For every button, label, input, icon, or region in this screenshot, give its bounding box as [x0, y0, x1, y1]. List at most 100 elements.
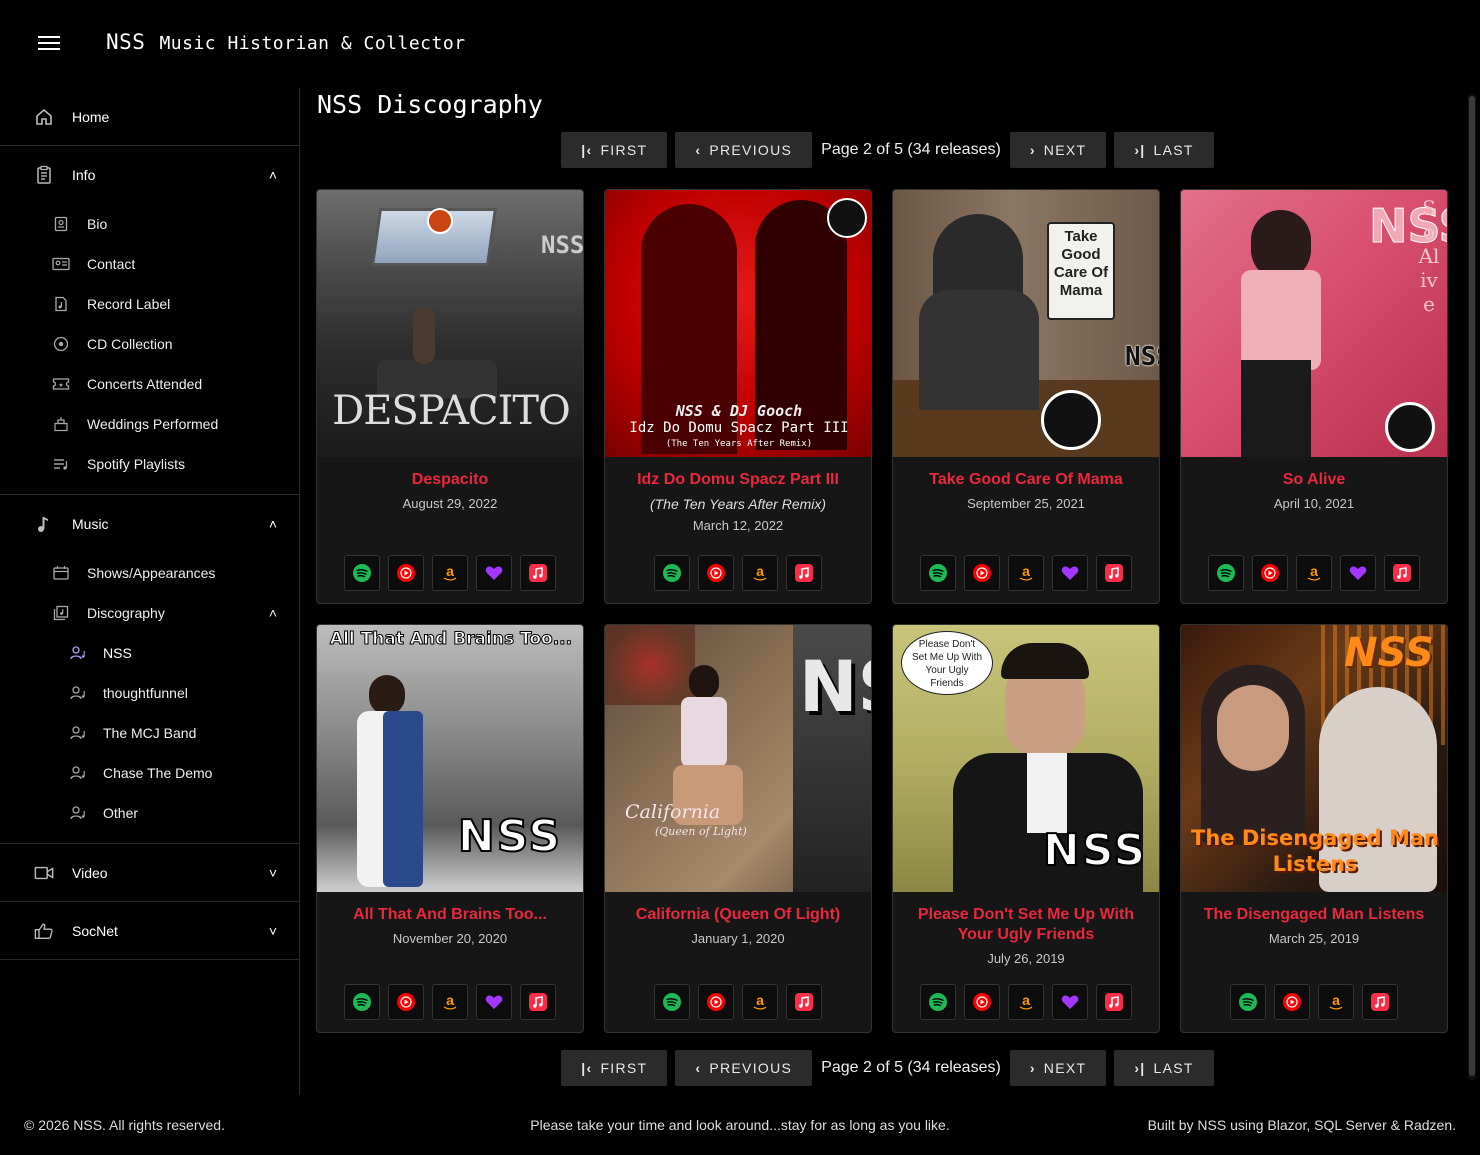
- amazon-music-icon[interactable]: a: [742, 984, 778, 1020]
- last-page-button[interactable]: ›| LAST: [1114, 132, 1214, 168]
- sidebar-item-thoughtfunnel[interactable]: thoughtfunnel: [0, 673, 299, 713]
- amazon-music-icon[interactable]: a: [1318, 984, 1354, 1020]
- sidebar-item-weddings[interactable]: Weddings Performed: [0, 404, 299, 444]
- sidebar-item-label: Video: [72, 864, 108, 881]
- apple-music-icon[interactable]: [1096, 984, 1132, 1020]
- release-title[interactable]: So Alive: [1181, 470, 1447, 490]
- sidebar-item-record-label[interactable]: Record Label: [0, 284, 299, 324]
- sidebar-item-label: Home: [72, 108, 110, 125]
- sidebar-item-other[interactable]: Other: [0, 793, 299, 833]
- first-page-button[interactable]: |‹ FIRST: [561, 1050, 668, 1086]
- last-page-button[interactable]: ›| LAST: [1114, 1050, 1214, 1086]
- youtube-music-icon[interactable]: [698, 984, 734, 1020]
- release-title[interactable]: Please Don't Set Me Up With Your Ugly Fr…: [893, 905, 1159, 945]
- chevron-up-icon[interactable]: ˄: [269, 516, 277, 532]
- spotify-icon[interactable]: [920, 984, 956, 1020]
- release-title[interactable]: The Disengaged Man Listens: [1181, 905, 1447, 925]
- previous-page-button[interactable]: ‹ PREVIOUS: [675, 132, 813, 168]
- amazon-music-icon[interactable]: a: [1008, 555, 1044, 591]
- svg-text:a: a: [1022, 563, 1030, 579]
- scrollbar-thumb[interactable]: [1469, 96, 1475, 1076]
- album-cover[interactable]: NSS California (Queen of Light): [605, 625, 871, 892]
- chevron-up-icon[interactable]: ˄: [269, 605, 277, 621]
- release-card[interactable]: NSS So Alive So Alive April 10, 2021 a: [1180, 189, 1448, 604]
- release-card[interactable]: NSS DESPACITO Despacito August 29, 2022 …: [316, 189, 584, 604]
- amazon-music-icon[interactable]: a: [742, 555, 778, 591]
- apple-music-icon[interactable]: [520, 555, 556, 591]
- album-cover[interactable]: NSS DESPACITO: [317, 190, 583, 457]
- sidebar-item-discography[interactable]: Discography ˄: [0, 593, 299, 633]
- album-cover[interactable]: NSS & DJ Gooch Idz Do Domu Spacz Part II…: [605, 190, 871, 457]
- next-page-button[interactable]: › NEXT: [1009, 132, 1107, 168]
- sidebar-item-nss[interactable]: NSS: [0, 633, 299, 673]
- deezer-icon[interactable]: [1340, 555, 1376, 591]
- youtube-music-icon[interactable]: [388, 555, 424, 591]
- amazon-music-icon[interactable]: a: [432, 555, 468, 591]
- youtube-music-icon[interactable]: [388, 984, 424, 1020]
- youtube-music-icon[interactable]: [1274, 984, 1310, 1020]
- release-card[interactable]: All That And Brains Too... NSS All That …: [316, 624, 584, 1033]
- sidebar-item-home[interactable]: Home: [0, 88, 299, 146]
- spotify-icon[interactable]: [1230, 984, 1266, 1020]
- album-cover[interactable]: NSS So Alive: [1181, 190, 1447, 457]
- sidebar-item-chase-the-demo[interactable]: Chase The Demo: [0, 753, 299, 793]
- amazon-music-icon[interactable]: a: [432, 984, 468, 1020]
- release-card[interactable]: Take Good Care Of Mama NSS Take Good Car…: [892, 189, 1160, 604]
- youtube-music-icon[interactable]: [964, 555, 1000, 591]
- release-title[interactable]: All That And Brains Too...: [317, 905, 583, 925]
- amazon-music-icon[interactable]: a: [1296, 555, 1332, 591]
- release-card[interactable]: NSS California (Queen of Light) Californ…: [604, 624, 872, 1033]
- apple-music-icon[interactable]: [1362, 984, 1398, 1020]
- spotify-icon[interactable]: [344, 984, 380, 1020]
- first-page-button[interactable]: |‹ FIRST: [561, 132, 668, 168]
- spotify-icon[interactable]: [1208, 555, 1244, 591]
- sidebar-item-spotify-playlists[interactable]: Spotify Playlists: [0, 444, 299, 484]
- release-title[interactable]: Take Good Care Of Mama: [893, 470, 1159, 490]
- release-card[interactable]: NSS & DJ Gooch Idz Do Domu Spacz Part II…: [604, 189, 872, 604]
- sidebar-item-shows[interactable]: Shows/Appearances: [0, 553, 299, 593]
- amazon-music-icon[interactable]: a: [1008, 984, 1044, 1020]
- spotify-icon[interactable]: [920, 555, 956, 591]
- apple-music-icon[interactable]: [1096, 555, 1132, 591]
- spotify-icon[interactable]: [344, 555, 380, 591]
- release-card[interactable]: Please Don't Set Me Up With Your Ugly Fr…: [892, 624, 1160, 1033]
- menu-icon[interactable]: [38, 36, 60, 54]
- album-cover[interactable]: All That And Brains Too... NSS: [317, 625, 583, 892]
- sidebar-item-socnet[interactable]: SocNet ˅: [0, 902, 299, 960]
- apple-music-icon[interactable]: [786, 984, 822, 1020]
- deezer-icon[interactable]: [1052, 984, 1088, 1020]
- release-card[interactable]: NSS The Disengaged Man Listens The Disen…: [1180, 624, 1448, 1033]
- deezer-icon[interactable]: [476, 984, 512, 1020]
- youtube-music-icon[interactable]: [964, 984, 1000, 1020]
- sidebar-item-concerts[interactable]: ★ Concerts Attended: [0, 364, 299, 404]
- sidebar-item-info[interactable]: Info ˄: [0, 146, 299, 204]
- apple-music-icon[interactable]: [520, 984, 556, 1020]
- apple-music-icon[interactable]: [786, 555, 822, 591]
- deezer-icon[interactable]: [476, 555, 512, 591]
- apple-music-icon[interactable]: [1384, 555, 1420, 591]
- release-title[interactable]: California (Queen Of Light): [605, 905, 871, 925]
- next-page-button[interactable]: › NEXT: [1009, 1050, 1107, 1086]
- sidebar-item-cd-collection[interactable]: CD Collection: [0, 324, 299, 364]
- album-cover[interactable]: Please Don't Set Me Up With Your Ugly Fr…: [893, 625, 1159, 892]
- youtube-music-icon[interactable]: [698, 555, 734, 591]
- deezer-icon[interactable]: [1052, 555, 1088, 591]
- sidebar-item-contact[interactable]: Contact: [0, 244, 299, 284]
- spotify-icon[interactable]: [654, 555, 690, 591]
- release-title[interactable]: Idz Do Domu Spacz Part III: [605, 470, 871, 490]
- spotify-icon[interactable]: [654, 984, 690, 1020]
- sidebar-item-mcj-band[interactable]: The MCJ Band: [0, 713, 299, 753]
- sidebar-item-bio[interactable]: Bio: [0, 204, 299, 244]
- sidebar-item-music[interactable]: Music ˄: [0, 495, 299, 553]
- release-title[interactable]: Despacito: [317, 470, 583, 490]
- album-cover[interactable]: Take Good Care Of Mama NSS: [893, 190, 1159, 457]
- album-cover[interactable]: NSS The Disengaged Man Listens: [1181, 625, 1447, 892]
- youtube-music-icon[interactable]: [1252, 555, 1288, 591]
- chevron-down-icon[interactable]: ˅: [269, 923, 277, 939]
- chevron-up-icon[interactable]: ˄: [269, 167, 277, 183]
- contact-card-icon: [52, 255, 70, 273]
- chevron-down-icon[interactable]: ˅: [269, 865, 277, 881]
- sidebar-item-video[interactable]: Video ˅: [0, 844, 299, 902]
- brand[interactable]: NSS Music Historian & Collector: [106, 30, 466, 54]
- previous-page-button[interactable]: ‹ PREVIOUS: [675, 1050, 813, 1086]
